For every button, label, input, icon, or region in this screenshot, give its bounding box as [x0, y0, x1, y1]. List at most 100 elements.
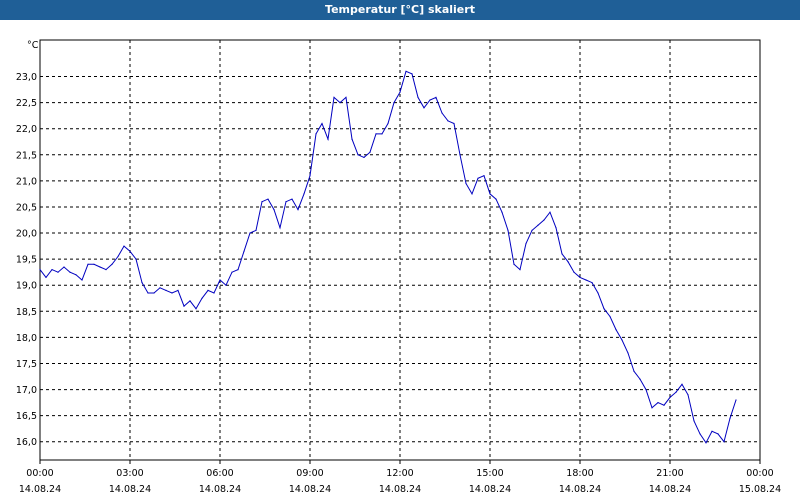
x-tick-date-label: 14.08.24	[199, 484, 241, 495]
data-point	[567, 261, 569, 263]
data-point	[555, 227, 557, 229]
data-point	[621, 339, 623, 341]
x-tick-time-label: 09:00	[296, 468, 323, 479]
data-point	[693, 420, 695, 422]
data-point	[669, 396, 671, 398]
data-point	[177, 289, 179, 291]
y-tick-label: 17,5	[16, 359, 37, 370]
data-point	[609, 315, 611, 318]
x-tick-date-label: 14.08.24	[379, 484, 421, 495]
x-tick-date-label: 15.08.24	[739, 484, 781, 495]
data-point	[45, 276, 47, 278]
data-point	[489, 193, 491, 195]
data-point	[399, 91, 401, 93]
data-point	[81, 279, 83, 281]
data-point	[123, 245, 125, 247]
data-point	[417, 96, 419, 98]
data-point	[375, 133, 377, 135]
data-point	[39, 269, 41, 271]
x-tick-time-label: 06:00	[206, 468, 233, 479]
data-point	[345, 96, 347, 98]
data-point	[591, 282, 593, 284]
data-point	[615, 329, 617, 331]
data-point	[213, 292, 215, 294]
data-point	[51, 269, 53, 271]
y-tick-label: 16,5	[16, 411, 37, 422]
data-point	[135, 258, 137, 260]
data-point	[57, 271, 59, 273]
data-point	[411, 73, 413, 75]
data-point	[537, 224, 539, 226]
data-point	[297, 209, 299, 211]
data-point	[327, 138, 329, 140]
data-point	[273, 209, 275, 211]
data-point	[291, 198, 293, 200]
x-tick-date-label: 14.08.24	[19, 484, 61, 495]
data-point	[519, 269, 521, 271]
data-point	[171, 292, 173, 294]
data-point	[207, 289, 209, 291]
data-point	[663, 404, 665, 406]
data-point	[435, 96, 437, 98]
data-point	[195, 308, 197, 310]
y-tick-label: 22,0	[16, 124, 37, 135]
y-tick-label: 21,0	[16, 176, 37, 187]
data-point	[687, 394, 689, 396]
data-point	[627, 352, 629, 354]
data-point	[183, 305, 185, 307]
y-tick-label: 20,0	[16, 229, 37, 240]
data-point	[543, 219, 545, 221]
x-axis-ticks: 00:00 14.08.24 03:00 14.08.24 06:00 14.08.24 0…	[19, 460, 781, 495]
data-point	[423, 107, 425, 109]
data-point	[231, 271, 233, 273]
data-point	[165, 289, 167, 291]
data-point	[333, 96, 335, 98]
data-point	[225, 284, 227, 286]
data-point	[363, 156, 365, 158]
x-tick-time-label: 03:00	[116, 468, 143, 479]
data-point	[453, 122, 455, 125]
data-point	[249, 232, 251, 234]
y-tick-label: 21,5	[16, 150, 37, 161]
data-point	[237, 269, 239, 271]
data-point	[381, 133, 383, 135]
data-point	[105, 269, 107, 271]
y-tick-label: 20,5	[16, 202, 37, 213]
data-point	[141, 282, 143, 284]
data-point	[159, 287, 161, 289]
data-point	[267, 198, 269, 200]
x-tick-time-label: 15:00	[476, 468, 503, 479]
data-point	[633, 370, 635, 372]
data-point	[153, 292, 155, 294]
data-point	[129, 250, 131, 252]
x-tick-date-label: 14.08.24	[109, 484, 151, 495]
temperature-chart: 23,0 22,5 22,0 21,5 21,0 20,5 20,0 19,5 19,0 18,5…	[16, 39, 781, 495]
data-point	[201, 297, 203, 299]
x-tick-time-label: 18:00	[566, 468, 593, 479]
data-point	[69, 271, 71, 273]
data-point	[63, 266, 65, 268]
data-point	[513, 263, 515, 265]
data-point	[705, 442, 707, 444]
data-point	[531, 229, 533, 231]
y-tick-label: 23,0	[16, 72, 37, 83]
data-point	[117, 255, 119, 258]
data-point	[645, 389, 647, 391]
y-tick-label: 17,0	[16, 385, 37, 396]
data-point	[75, 274, 77, 276]
data-point	[351, 138, 353, 140]
data-point	[717, 433, 719, 435]
y-tick-label: 22,5	[16, 98, 37, 109]
data-point	[321, 122, 323, 125]
data-point	[681, 383, 683, 385]
data-point	[561, 253, 563, 255]
data-point	[93, 263, 95, 265]
y-tick-label: 16,0	[16, 437, 37, 448]
data-point	[597, 292, 599, 294]
data-point	[405, 70, 407, 72]
data-point	[441, 112, 443, 114]
data-point	[675, 391, 677, 393]
y-tick-label: 18,0	[16, 333, 37, 344]
data-point	[657, 402, 659, 404]
y-tick-label: 18,5	[16, 307, 37, 318]
